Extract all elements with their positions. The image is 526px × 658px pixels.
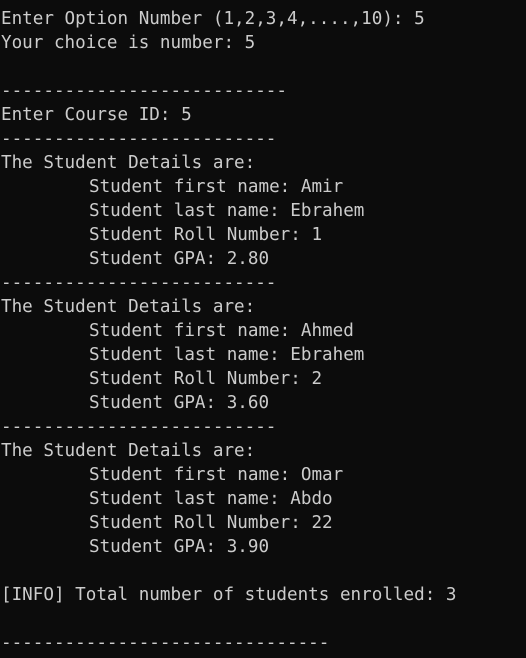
student-gpa: Student GPA: 2.80 [89, 249, 270, 269]
student-details-header: The Student Details are: [1, 297, 256, 317]
student-last-name: Student last name: Abdo [89, 489, 333, 509]
student-roll-number: Student Roll Number: 2 [89, 369, 323, 389]
separator-line: --------------------------- [1, 81, 287, 101]
prompt-course-line: Enter Course ID: 5 [1, 105, 192, 125]
info-total-line: [INFO] Total number of students enrolled… [1, 585, 457, 605]
separator-line: -------------------------- [1, 417, 277, 437]
console-output[interactable]: Enter Option Number (1,2,3,4,....,10): 5… [0, 0, 526, 658]
prompt-option-line: Enter Option Number (1,2,3,4,....,10): 5 [1, 9, 425, 29]
student-first-name: Student first name: Ahmed [89, 321, 354, 341]
student-first-name: Student first name: Amir [89, 177, 344, 197]
separator-line: ------------------------------- [1, 633, 330, 653]
student-gpa: Student GPA: 3.90 [89, 537, 270, 557]
student-last-name: Student last name: Ebrahem [89, 345, 365, 365]
student-details-header: The Student Details are: [1, 441, 256, 461]
student-roll-number: Student Roll Number: 1 [89, 225, 323, 245]
separator-line: -------------------------- [1, 273, 277, 293]
student-last-name: Student last name: Ebrahem [89, 201, 365, 221]
separator-line: -------------------------- [1, 129, 277, 149]
student-roll-number: Student Roll Number: 22 [89, 513, 333, 533]
student-gpa: Student GPA: 3.60 [89, 393, 270, 413]
student-details-header: The Student Details are: [1, 153, 256, 173]
student-first-name: Student first name: Omar [89, 465, 344, 485]
choice-echo-line: Your choice is number: 5 [1, 33, 256, 53]
